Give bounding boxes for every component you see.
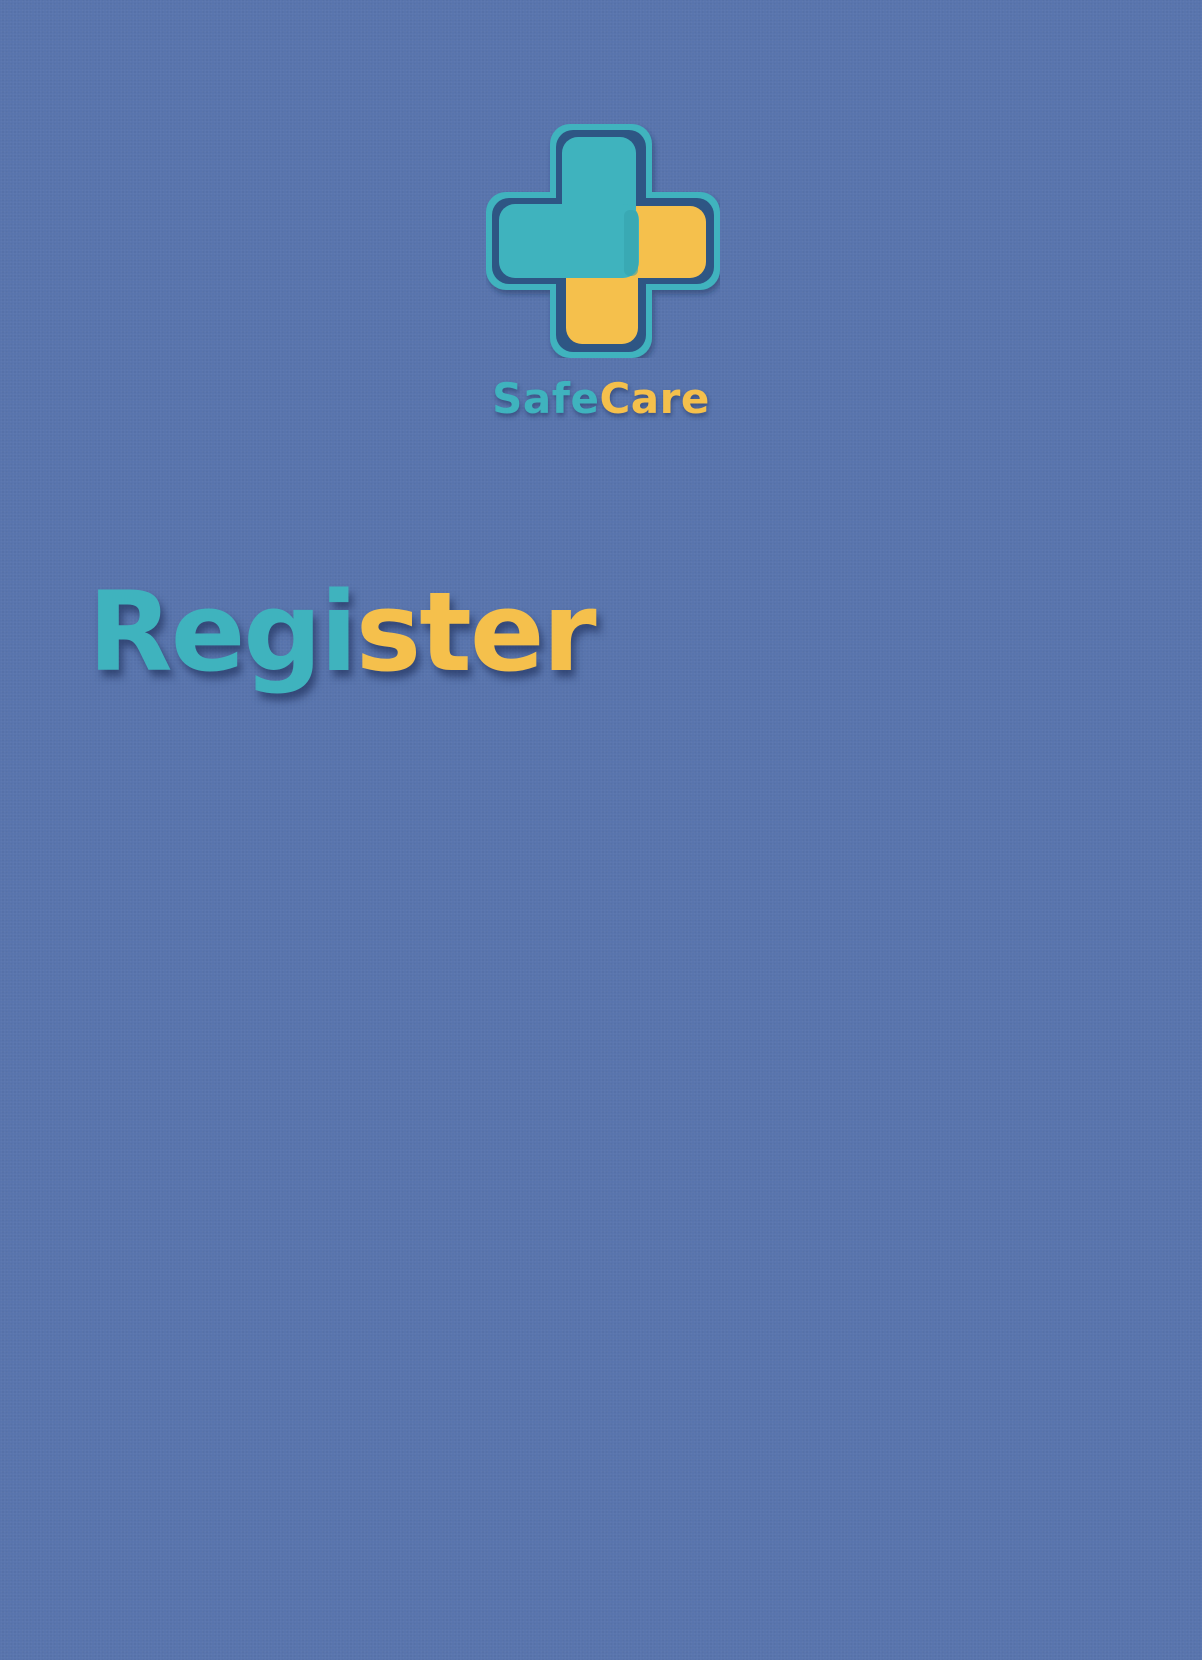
page-title: Register xyxy=(88,566,597,698)
brand-wordmark: SafeCare xyxy=(0,374,1202,423)
page-title-part2: ster xyxy=(355,568,597,696)
page-title-part1: Regi xyxy=(88,568,358,696)
medical-cross-icon xyxy=(486,124,720,358)
brand-name-part2: Care xyxy=(599,374,710,423)
app-logo: SafeCare xyxy=(0,0,1202,440)
brand-name-part1: Safe xyxy=(492,374,600,423)
